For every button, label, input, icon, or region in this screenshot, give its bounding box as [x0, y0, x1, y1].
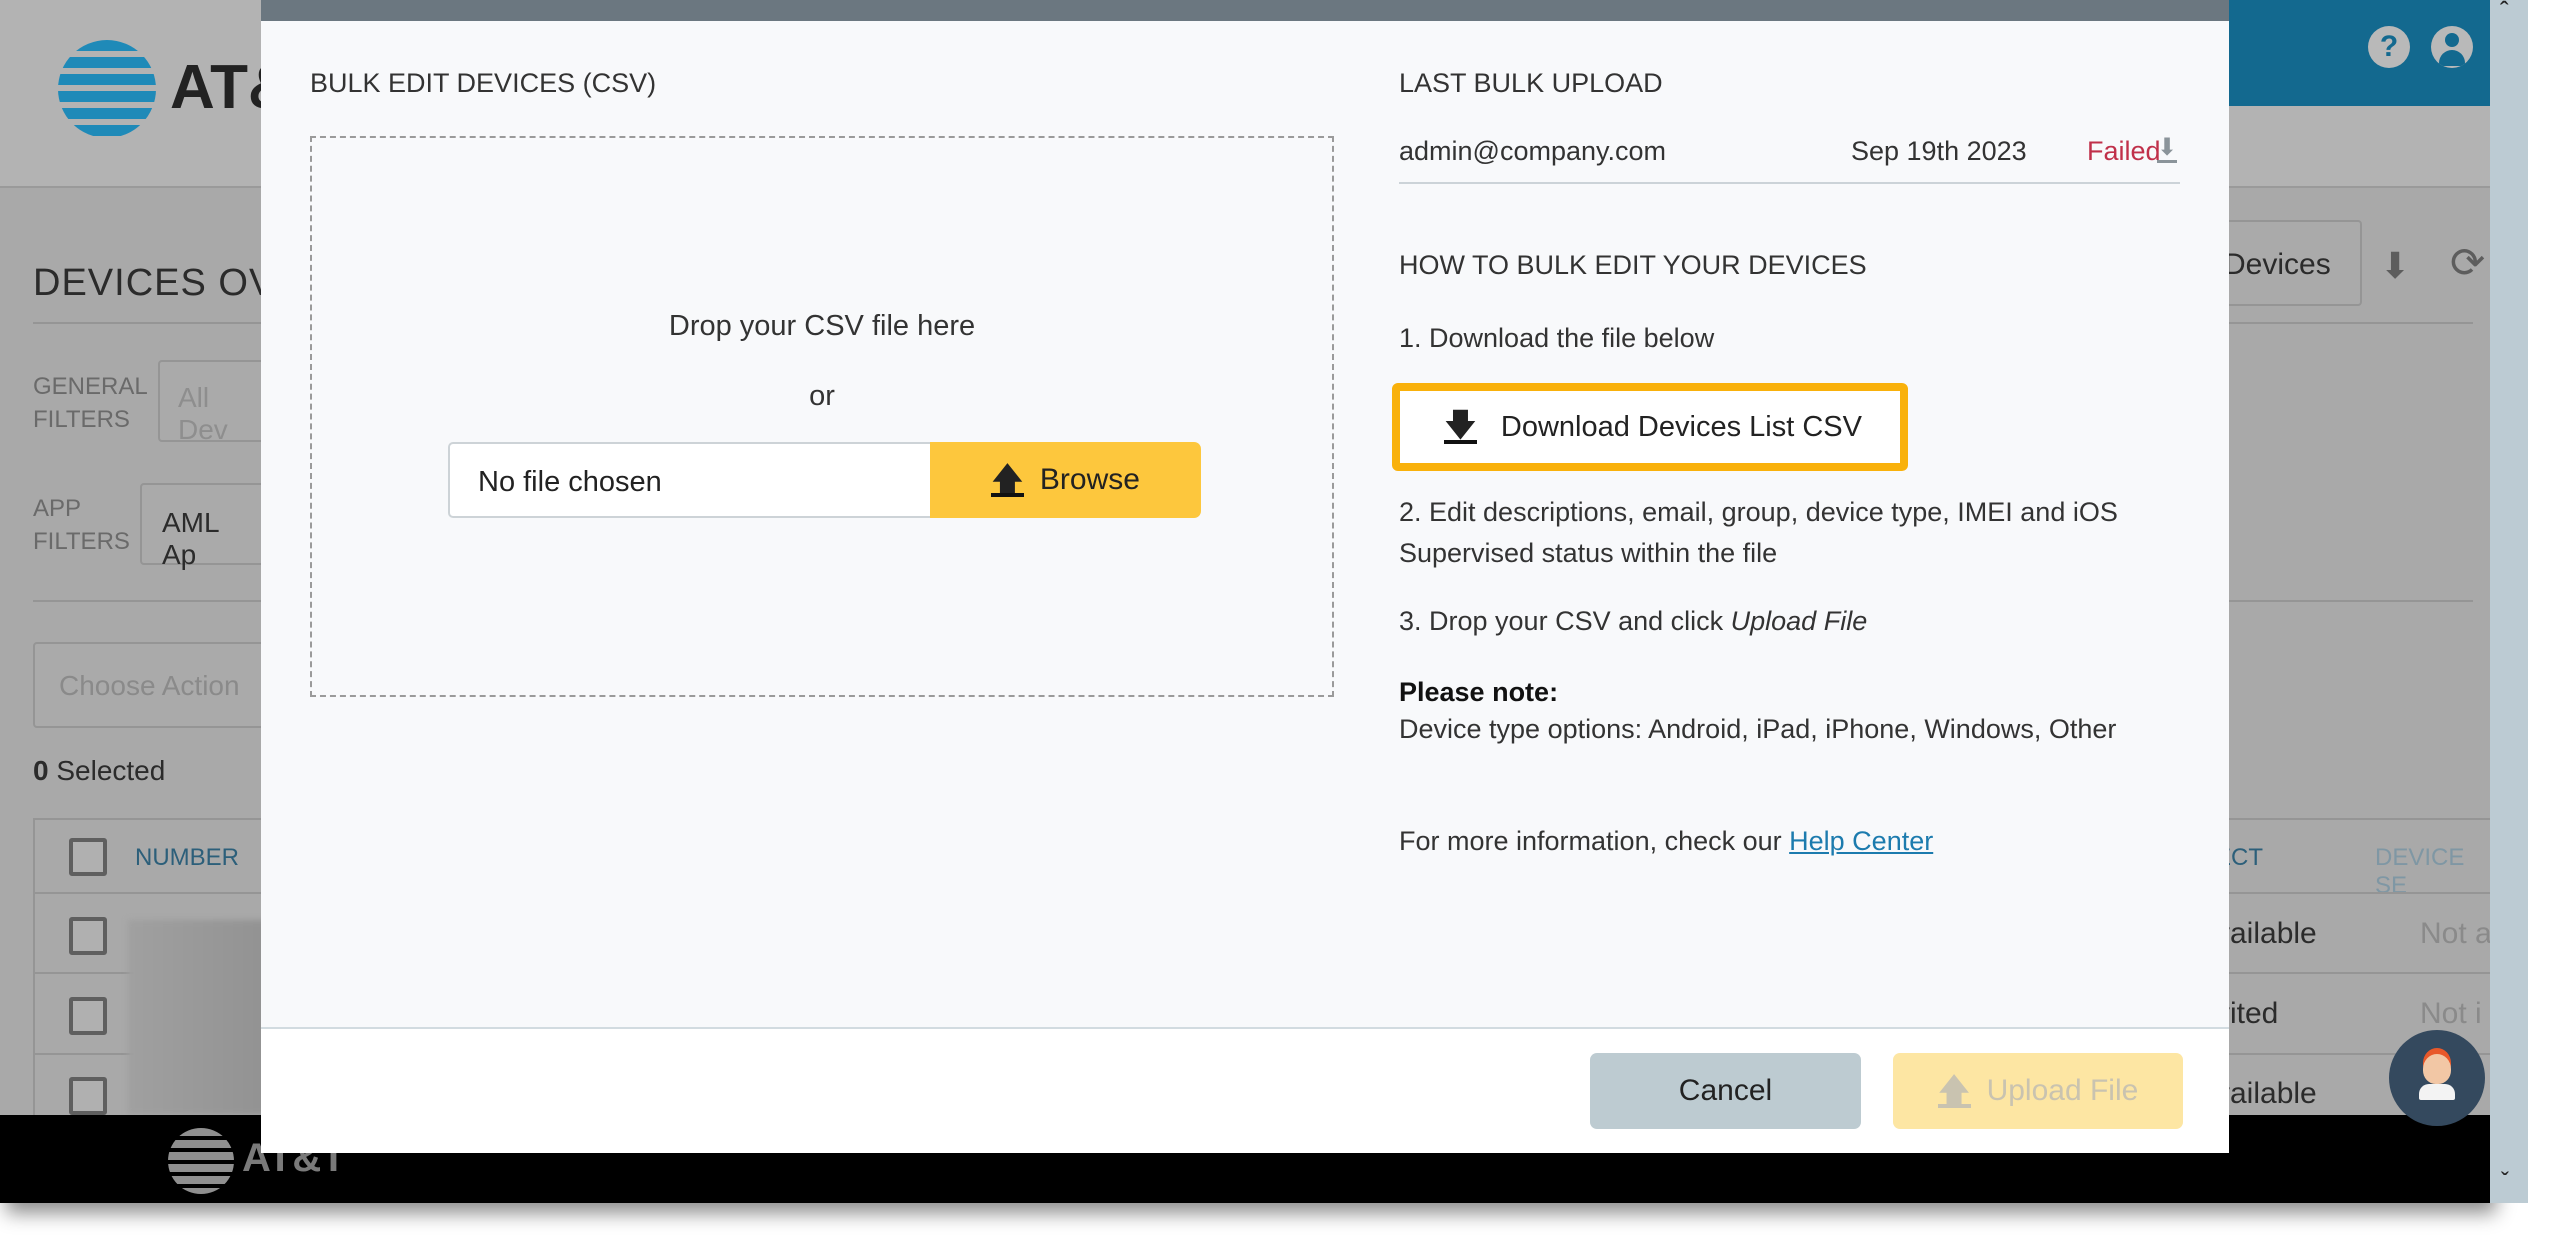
scroll-down-icon[interactable]: ˇ [2501, 1168, 2509, 1196]
howto-heading: HOW TO BULK EDIT YOUR DEVICES [1399, 250, 1867, 280]
scroll-up-icon[interactable]: ˆ [2500, 0, 2509, 27]
download-icon: 🡇 [1444, 407, 1477, 444]
selected-number: 0 [33, 755, 49, 786]
choose-action-select[interactable]: Choose Action [33, 642, 293, 728]
chat-assistant-button[interactable] [2389, 1030, 2485, 1126]
divider [1399, 182, 2180, 184]
dropzone-text: Drop your CSV file here [668, 310, 976, 342]
modal-title: BULK EDIT DEVICES (CSV) [310, 68, 657, 98]
more-info: For more information, check our Help Cen… [1399, 826, 1933, 857]
note-text: Device type options: Android, iPad, iPho… [1399, 714, 2117, 744]
note-heading: Please note: [1399, 677, 1559, 707]
modal-top-bar [261, 0, 2229, 21]
column-header-number[interactable]: NUMBER [135, 844, 239, 872]
download-icon[interactable]: ⬇ [2380, 245, 2410, 287]
last-upload-user: admin@company.com [1399, 136, 1667, 166]
browse-button[interactable]: 🡅 Browse [930, 442, 1201, 518]
general-filters-select[interactable]: All Dev [158, 360, 278, 445]
download-devices-csv-button[interactable]: 🡇 Download Devices List CSV [1400, 391, 1900, 463]
step-2-line-2: Supervised status within the file [1399, 538, 1778, 568]
step-1: 1. Download the file below [1399, 323, 1715, 353]
or-text: or [809, 380, 835, 412]
step-2-line-1: 2. Edit descriptions, email, group, devi… [1399, 497, 2118, 527]
upload-icon: 🡅 [1937, 1071, 1971, 1108]
select-all-checkbox[interactable] [69, 838, 107, 876]
row-security: Not i [2420, 997, 2482, 1030]
refresh-icon[interactable]: ⟳ [2450, 238, 2485, 287]
step-3-text: 3. Drop your CSV and click [1399, 606, 1731, 636]
step-3: 3. Drop your CSV and click Upload File [1399, 606, 1867, 637]
row-checkbox[interactable] [69, 1077, 107, 1115]
upload-icon: 🡅 [991, 460, 1024, 497]
file-input[interactable]: No file chosen [448, 442, 932, 518]
last-upload-status: Failed [2087, 136, 2161, 166]
help-icon[interactable]: ? [2368, 26, 2410, 68]
more-info-text: For more information, check our [1399, 826, 1790, 856]
last-upload-download-icon[interactable]: ⬇ [2157, 136, 2178, 163]
upload-file-button[interactable]: 🡅 Upload File [1893, 1053, 2183, 1129]
selected-count: 0 Selected [33, 755, 165, 787]
upload-file-label: Upload File [1986, 1074, 2139, 1107]
download-button-label: Download Devices List CSV [1500, 410, 1862, 443]
scrollbar[interactable]: ˆ ˇ [2490, 0, 2528, 1203]
help-center-link[interactable]: Help Center [1789, 826, 1933, 856]
row-status: vailable [2215, 917, 2317, 950]
cancel-button[interactable]: Cancel [1590, 1053, 1861, 1129]
last-upload-date: Sep 19th 2023 [1851, 136, 2027, 166]
step-3-emphasis: Upload File [1730, 606, 1868, 636]
general-filters-label: GENERAL FILTERS [33, 373, 147, 433]
selected-label: Selected [56, 755, 166, 786]
user-icon[interactable] [2431, 26, 2473, 68]
assistant-avatar-icon [2423, 1054, 2451, 1084]
footer-att-logo-icon [168, 1128, 234, 1194]
download-csv-highlight: 🡇 Download Devices List CSV [1392, 383, 1908, 471]
row-checkbox[interactable] [69, 917, 107, 955]
bulk-edit-modal: BULK EDIT DEVICES (CSV) Drop your CSV fi… [261, 0, 2229, 1153]
blurred-number [128, 920, 268, 1115]
last-upload-heading: LAST BULK UPLOAD [1399, 68, 1663, 98]
browse-label: Browse [1039, 463, 1140, 496]
app-filters-label: APP FILTERS [33, 495, 130, 555]
app-filters-select[interactable]: AML Ap [140, 483, 280, 570]
row-security: Not a [2420, 917, 2490, 950]
row-status: vailable [2215, 1077, 2317, 1110]
att-logo-icon [58, 40, 156, 138]
csv-dropzone[interactable]: Drop your CSV file here or No file chose… [310, 136, 1334, 697]
row-checkbox[interactable] [69, 997, 107, 1035]
